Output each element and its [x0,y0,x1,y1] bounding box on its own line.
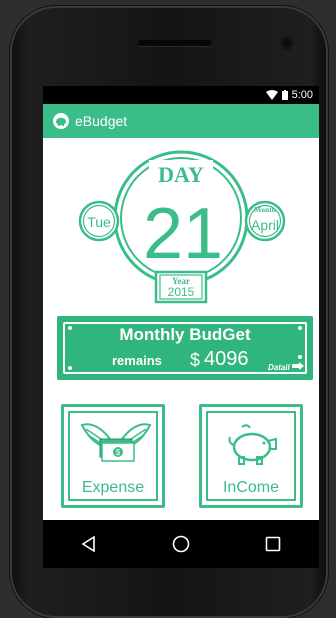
month-value: April [251,217,279,233]
screen: 5:00 eBudget DAY 21 Tue Month April Year… [43,86,319,568]
home-button[interactable] [157,520,205,568]
detail-link[interactable]: Datail [268,362,304,372]
recents-button[interactable] [249,520,297,568]
wifi-icon [265,90,278,100]
income-button[interactable]: InCome [199,404,303,508]
piggy-bank-icon [228,424,277,465]
budget-title: Monthly BudGet [119,325,251,344]
day-label: DAY [158,162,204,187]
year-value: 2015 [168,285,195,299]
navigation-bar [43,520,319,568]
svg-text:$: $ [116,448,121,457]
detail-label: Datail [267,363,290,372]
expense-label: Expense [81,479,145,496]
status-time: 5:00 [291,89,313,101]
piggy-bank-icon [53,113,69,129]
battery-icon [281,90,288,100]
rivet [68,366,72,370]
earpiece [138,40,212,46]
status-bar: 5:00 [43,86,319,104]
month-label: Month [254,205,276,214]
budget-amount: 4096 [204,348,249,370]
arrow-right-icon [292,362,304,370]
back-button[interactable] [65,520,113,568]
recents-icon [265,536,281,552]
rivet [298,355,302,359]
app-bar: eBudget [43,104,319,138]
day-number: 21 [143,194,223,274]
date-emblem: DAY 21 Tue Month April Year 2015 [78,150,286,304]
remains-label: remains [112,353,162,368]
front-camera [280,36,294,50]
income-label: InCome [222,479,280,496]
app-title: eBudget [75,113,128,129]
expense-button[interactable]: $ Expense [61,404,165,508]
weekday: Tue [87,214,111,230]
home-icon [172,535,190,553]
phone-frame: 5:00 eBudget DAY 21 Tue Month April Year… [10,6,328,618]
monthly-budget-card[interactable]: Monthly BudGet remains $ 4096 Datail [57,316,313,380]
currency-symbol: $ [190,350,201,370]
back-icon [81,536,95,552]
winged-money-icon: $ [80,423,152,462]
